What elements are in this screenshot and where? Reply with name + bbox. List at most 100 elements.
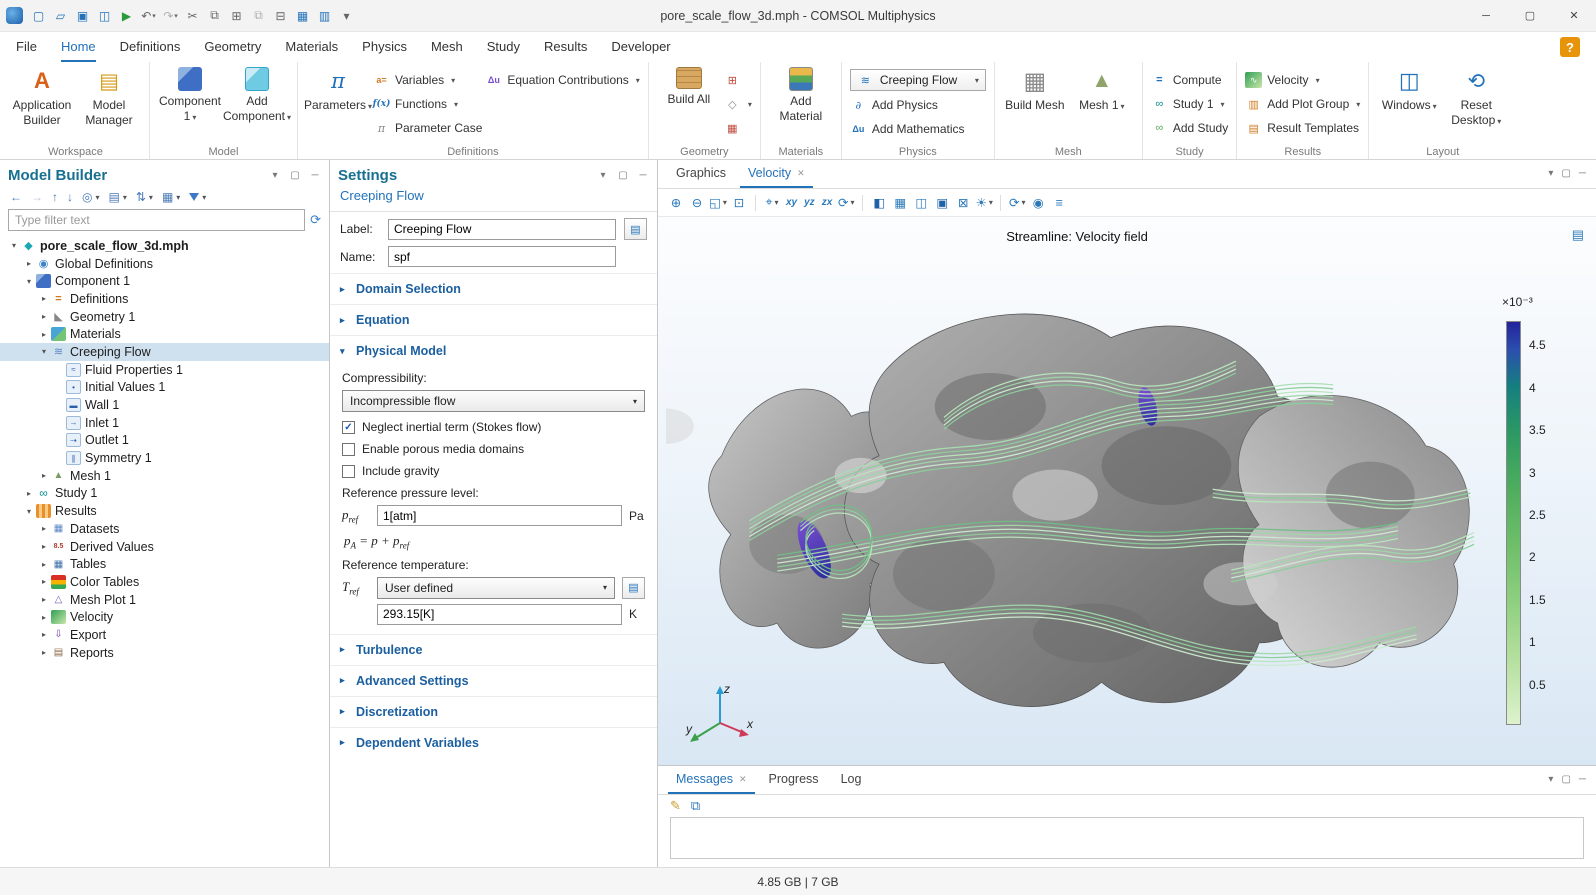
plot-settings-icon[interactable]: ▤ — [1572, 227, 1584, 243]
split-view-icon[interactable]: ◫ — [911, 193, 931, 213]
move-down-icon[interactable]: ↓ — [67, 190, 73, 204]
run-icon[interactable]: ▶ — [116, 5, 137, 27]
back-icon[interactable]: ← — [10, 190, 22, 204]
graphics-canvas[interactable]: Streamline: Velocity field ▤ — [658, 217, 1596, 765]
log-marker-icon[interactable]: ✎ — [670, 798, 681, 814]
view-zx-button[interactable]: zx — [819, 196, 836, 209]
tree-item-reports[interactable]: ▸▤Reports — [0, 644, 329, 662]
expander-icon[interactable]: ▸ — [38, 542, 50, 551]
variables-button[interactable]: a= Variables▾ — [373, 70, 482, 90]
section-discretization[interactable]: ▸Discretization — [330, 696, 657, 727]
tile-windows-icon[interactable]: ▣ — [932, 193, 952, 213]
zoom-out-icon[interactable]: ⊖ — [687, 193, 707, 213]
build-mesh-button[interactable]: ▦ Build Mesh — [1003, 65, 1067, 113]
messages-log-area[interactable] — [670, 817, 1584, 859]
tree-item-geometry-1[interactable]: ▸◣Geometry 1 — [0, 308, 329, 326]
velocity-plot-button[interactable]: ∿ Velocity▾ — [1245, 70, 1360, 90]
zoom-in-icon[interactable]: ⊕ — [666, 193, 686, 213]
tree-item-study-1[interactable]: ▸∞Study 1 — [0, 485, 329, 503]
detach-icon[interactable]: ▢ — [1561, 168, 1570, 179]
undo-icon[interactable]: ↶▾ — [138, 5, 159, 27]
compressibility-combo[interactable]: Incompressible flow ▾ — [342, 390, 645, 412]
section-advanced-settings[interactable]: ▸Advanced Settings — [330, 665, 657, 696]
expander-icon[interactable]: ▸ — [38, 560, 50, 569]
expander-icon[interactable]: ▸ — [38, 613, 50, 622]
columns-button[interactable]: ▦▾ — [162, 190, 180, 204]
hide-icon[interactable]: ─ — [309, 170, 321, 181]
hide-icon[interactable]: ─ — [1579, 168, 1586, 179]
checkbox-checked[interactable]: ✓ — [342, 421, 355, 434]
hide-icon[interactable]: ─ — [1579, 774, 1586, 785]
stokes-flow-checkbox-row[interactable]: ✓ Neglect inertial term (Stokes flow) — [342, 420, 645, 434]
move-up-icon[interactable]: ↑ — [52, 190, 58, 204]
duplicate-icon[interactable]: ⧉ — [248, 5, 269, 27]
parameter-case-button[interactable]: π Parameter Case — [373, 118, 482, 138]
close-button[interactable]: ✕ — [1552, 0, 1596, 31]
panel-menu-icon[interactable]: ▾ — [269, 170, 281, 181]
section-physical-model[interactable]: ▾Physical Model — [330, 335, 657, 366]
gravity-checkbox-row[interactable]: Include gravity — [342, 464, 645, 478]
filter-button[interactable]: ▾ — [189, 193, 206, 202]
section-turbulence[interactable]: ▸Turbulence — [330, 634, 657, 665]
expander-icon[interactable]: ▸ — [38, 330, 50, 339]
expander-icon[interactable]: ▾ — [38, 347, 50, 356]
cut-icon[interactable]: ✂ — [182, 5, 203, 27]
menu-definitions[interactable]: Definitions — [120, 32, 181, 62]
add-physics-button[interactable]: ∂ Add Physics — [850, 95, 986, 115]
edit-temperature-button[interactable]: ▤ — [622, 577, 645, 599]
zoom-box-icon[interactable]: ◱▾ — [708, 193, 728, 213]
table1-icon[interactable]: ▦ — [292, 5, 313, 27]
tree-item-wall-1[interactable]: ▬Wall 1 — [0, 396, 329, 414]
expander-icon[interactable]: ▸ — [38, 630, 50, 639]
tree-item-definitions[interactable]: ▸=Definitions — [0, 290, 329, 308]
tree-item-inlet-1[interactable]: →Inlet 1 — [0, 414, 329, 432]
camera-icon[interactable]: ◉ — [1028, 193, 1048, 213]
menu-physics[interactable]: Physics — [362, 32, 407, 62]
tab-graphics[interactable]: Graphics — [668, 160, 734, 188]
collapse-button[interactable]: ▤▾ — [109, 190, 127, 204]
tree-item-materials[interactable]: ▸Materials — [0, 325, 329, 343]
update-plot-icon[interactable]: ⟳▾ — [1007, 193, 1027, 213]
menu-home[interactable]: Home — [61, 32, 96, 62]
scene-light-icon[interactable]: ☀▾ — [974, 193, 994, 213]
tree-item-global-definitions[interactable]: ▸◉Global Definitions — [0, 255, 329, 273]
tree-item-export[interactable]: ▸⇩Export — [0, 626, 329, 644]
refresh-icon[interactable]: ⟳ — [310, 212, 321, 228]
save-icon[interactable]: ▣ — [72, 5, 93, 27]
tree-item-derived-values[interactable]: ▸8.5Derived Values — [0, 538, 329, 556]
model-manager-button[interactable]: ▤ Model Manager — [77, 65, 141, 128]
study-1-button[interactable]: ∞ Study 1▾ — [1151, 94, 1228, 114]
help-button[interactable]: ? — [1560, 37, 1580, 57]
tab-log[interactable]: Log — [833, 766, 870, 794]
equation-contributions-button[interactable]: Δu Equation Contributions▾ — [485, 70, 639, 90]
tab-messages[interactable]: Messages✕ — [668, 766, 755, 794]
menu-file[interactable]: File — [16, 32, 37, 62]
zoom-extents-icon[interactable]: ⊡ — [729, 193, 749, 213]
add-plot-group-button[interactable]: ▥ Add Plot Group▾ — [1245, 94, 1360, 114]
menu-developer[interactable]: Developer — [611, 32, 670, 62]
expander-icon[interactable]: ▸ — [23, 259, 35, 268]
expander-icon[interactable]: ▾ — [8, 241, 20, 250]
lock-view-icon[interactable]: ⊠ — [953, 193, 973, 213]
tree-item-fluid-properties-1[interactable]: ≈Fluid Properties 1 — [0, 361, 329, 379]
menu-study[interactable]: Study — [487, 32, 520, 62]
expander-icon[interactable]: ▸ — [38, 294, 50, 303]
table2-icon[interactable]: ▥ — [314, 5, 335, 27]
copy-icon[interactable]: ⧉ — [204, 5, 225, 27]
tree-item-mesh-plot-1[interactable]: ▸△Mesh Plot 1 — [0, 591, 329, 609]
new-file-icon[interactable]: ▢ — [28, 5, 49, 27]
print-icon[interactable]: ≡ — [1049, 193, 1069, 213]
tab-progress[interactable]: Progress — [761, 766, 827, 794]
expander-icon[interactable]: ▸ — [38, 471, 50, 480]
build-all-button[interactable]: Build All — [657, 65, 721, 107]
porous-media-checkbox-row[interactable]: Enable porous media domains — [342, 442, 645, 456]
tree-item-symmetry-1[interactable]: ∥Symmetry 1 — [0, 449, 329, 467]
more-primitives-button[interactable]: ◇▾ — [724, 94, 752, 114]
expander-icon[interactable]: ▸ — [38, 595, 50, 604]
add-study-button[interactable]: ∞ Add Study — [1151, 118, 1228, 138]
application-builder-button[interactable]: A Application Builder — [10, 65, 74, 128]
section-equation[interactable]: ▸Equation — [330, 304, 657, 335]
result-templates-button[interactable]: ▤ Result Templates — [1245, 118, 1360, 138]
add-component-button[interactable]: Add Component▾ — [225, 65, 289, 124]
tree-item-color-tables[interactable]: ▸Color Tables — [0, 573, 329, 591]
